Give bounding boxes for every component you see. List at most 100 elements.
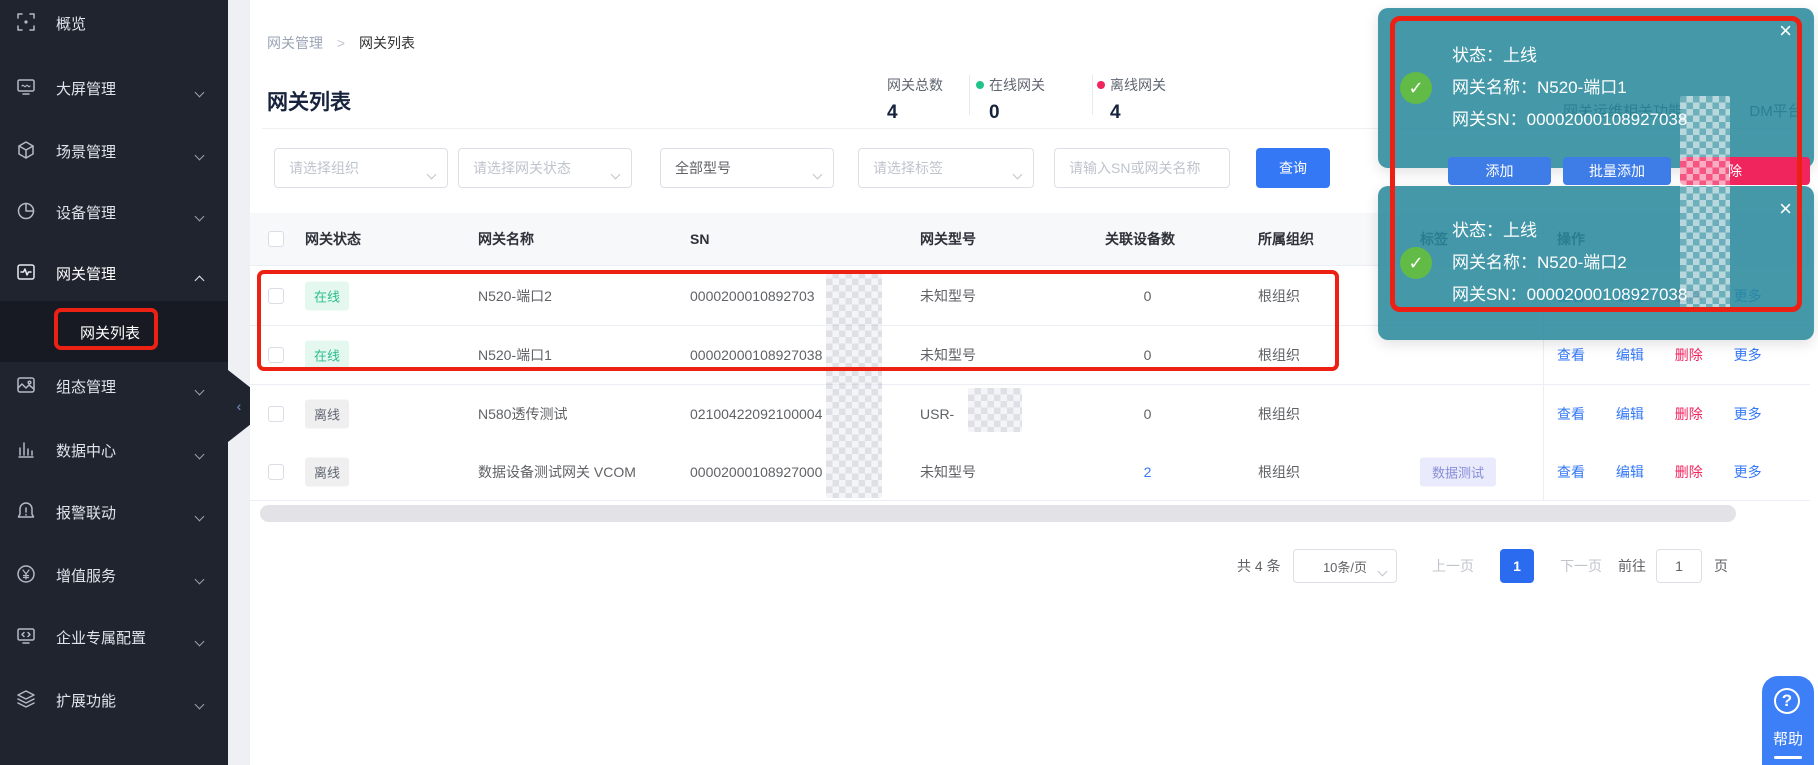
sidebar-item-scene[interactable]: 场景管理 <box>0 136 228 166</box>
sidebar-item-bigscreen[interactable]: 大屏管理 <box>0 73 228 103</box>
device-count: 0 <box>1105 406 1190 422</box>
prev-page-button[interactable]: 上一页 <box>1432 556 1474 576</box>
breadcrumb-current: 网关列表 <box>359 35 415 51</box>
delete-link[interactable]: 删除 <box>1675 464 1703 480</box>
sidebar-item-enterprise[interactable]: 企业专属配置 <box>0 622 228 652</box>
sn-redaction-mosaic <box>826 272 882 498</box>
chevron-down-icon <box>195 88 205 98</box>
more-link[interactable]: 更多 <box>1734 464 1762 480</box>
success-check-icon: ✓ <box>1400 247 1432 279</box>
query-button[interactable]: 查询 <box>1256 148 1330 188</box>
gateway-status-select[interactable]: 请选择网关状态 <box>458 148 632 188</box>
sidebar-item-label: 场景管理 <box>56 141 116 162</box>
sidebar-item-datacenter[interactable]: 数据中心 <box>0 435 228 465</box>
sidebar-item-value-service[interactable]: 增值服务 <box>0 560 228 590</box>
edit-link[interactable]: 编辑 <box>1616 464 1644 480</box>
sidebar-item-label: 组态管理 <box>56 376 116 397</box>
gateway-org: 根组织 <box>1258 345 1300 365</box>
stat-offline: 离线网关 4 <box>1097 75 1166 124</box>
online-dot-icon <box>976 81 984 89</box>
status-badge: 离线 <box>305 457 349 486</box>
view-link[interactable]: 查看 <box>1557 347 1585 363</box>
device-count: 0 <box>1105 347 1190 363</box>
col-header-devices: 关联设备数 <box>1105 229 1175 249</box>
sidebar-item-overview[interactable]: 概览 <box>0 8 228 38</box>
gateway-sn: 02100422092100004 <box>690 406 822 422</box>
edit-link[interactable]: 编辑 <box>1616 347 1644 363</box>
sidebar-item-alarm[interactable]: 报警联动 <box>0 497 228 527</box>
gateway-model: USR- <box>920 406 954 422</box>
horizontal-scrollbar[interactable] <box>260 505 1736 522</box>
sidebar-item-label: 增值服务 <box>56 565 116 586</box>
gateway-org: 根组织 <box>1258 462 1300 482</box>
more-link[interactable]: 更多 <box>1734 406 1762 422</box>
sidebar-item-extension[interactable]: 扩展功能 <box>0 685 228 715</box>
sidebar-item-configuration[interactable]: 组态管理 <box>0 371 228 401</box>
gateway-org: 根组织 <box>1258 404 1300 424</box>
offline-dot-icon <box>1097 81 1105 89</box>
toast-gateway-name: 网关名称：N520-端口2 <box>1452 247 1687 279</box>
page-size-select[interactable]: 10条/页 <box>1293 549 1397 583</box>
stat-divider <box>1092 75 1093 115</box>
page-size-value: 10条/页 <box>1323 557 1367 576</box>
close-icon[interactable]: × <box>1779 20 1792 42</box>
breadcrumb: 网关管理 > 网关列表 <box>267 33 415 53</box>
goto-page-input[interactable] <box>1656 549 1702 583</box>
org-select[interactable]: 请选择组织 <box>274 148 448 188</box>
add-button[interactable]: 添加 <box>1448 157 1551 185</box>
configuration-icon <box>16 375 36 395</box>
sidebar-item-label: 数据中心 <box>56 440 116 461</box>
current-page-button[interactable]: 1 <box>1500 549 1534 583</box>
edit-link[interactable]: 编辑 <box>1616 406 1644 422</box>
help-underline <box>1774 756 1802 759</box>
sn-search-input[interactable]: 请输入SN或网关名称 <box>1054 148 1230 188</box>
chevron-down-icon <box>195 386 205 396</box>
delete-link[interactable]: 删除 <box>1675 347 1703 363</box>
sidebar-item-device[interactable]: 设备管理 <box>0 197 228 227</box>
row-checkbox[interactable] <box>268 464 284 480</box>
col-header-model: 网关型号 <box>920 229 976 249</box>
sidebar-item-gateway[interactable]: 网关管理 <box>0 258 228 288</box>
sidebar-item-gateway-list[interactable]: 网关列表 <box>80 322 140 343</box>
value-service-icon <box>16 564 36 584</box>
close-icon[interactable]: × <box>1779 198 1792 220</box>
view-link[interactable]: 查看 <box>1557 464 1585 480</box>
row-checkbox[interactable] <box>268 288 284 304</box>
col-header-org: 所属组织 <box>1258 229 1314 249</box>
breadcrumb-parent[interactable]: 网关管理 <box>267 35 323 51</box>
stat-total: 网关总数 4 <box>887 75 943 124</box>
row-checkbox[interactable] <box>268 347 284 363</box>
chevron-down-icon <box>195 212 205 222</box>
toast-status: 状态：上线 <box>1452 40 1687 72</box>
stat-total-value: 4 <box>887 102 943 124</box>
device-count-link[interactable]: 2 <box>1105 464 1190 480</box>
col-header-sn: SN <box>690 231 709 247</box>
gateway-model: 未知型号 <box>920 345 976 365</box>
more-link[interactable]: 更多 <box>1734 347 1762 363</box>
sidebar-item-label: 网关管理 <box>56 263 116 284</box>
model-select[interactable]: 全部型号 <box>660 148 834 188</box>
batch-add-button[interactable]: 批量添加 <box>1563 157 1671 185</box>
sidebar-item-label: 设备管理 <box>56 202 116 223</box>
row-checkbox[interactable] <box>268 406 284 422</box>
delete-link[interactable]: 删除 <box>1675 406 1703 422</box>
view-link[interactable]: 查看 <box>1557 406 1585 422</box>
stat-online: 在线网关 0 <box>976 75 1045 124</box>
gateway-model: 未知型号 <box>920 462 976 482</box>
gateway-name: N520-端口2 <box>478 286 552 306</box>
device-count: 0 <box>1105 288 1190 304</box>
help-button[interactable]: ? 帮助 <box>1762 676 1814 765</box>
gateway-org: 根组织 <box>1258 286 1300 306</box>
help-label: 帮助 <box>1762 728 1814 749</box>
tag-select[interactable]: 请选择标签 <box>858 148 1034 188</box>
device-icon <box>16 201 36 221</box>
select-all-checkbox[interactable] <box>268 231 284 247</box>
stat-offline-label: 离线网关 <box>1110 77 1166 93</box>
next-page-button[interactable]: 下一页 <box>1560 556 1602 576</box>
toast-sn-redaction-mosaic <box>1680 96 1730 312</box>
org-select-placeholder: 请选择组织 <box>289 158 359 178</box>
gateway-online-toast: ✓ 状态：上线 网关名称：N520-端口1 网关SN：0000200010892… <box>1378 8 1814 168</box>
table-row: 离线 N580透传测试 02100422092100004 USR- 0 根组织… <box>250 385 1810 444</box>
tag-chip: 数据测试 <box>1420 457 1496 486</box>
datacenter-icon <box>16 439 36 459</box>
